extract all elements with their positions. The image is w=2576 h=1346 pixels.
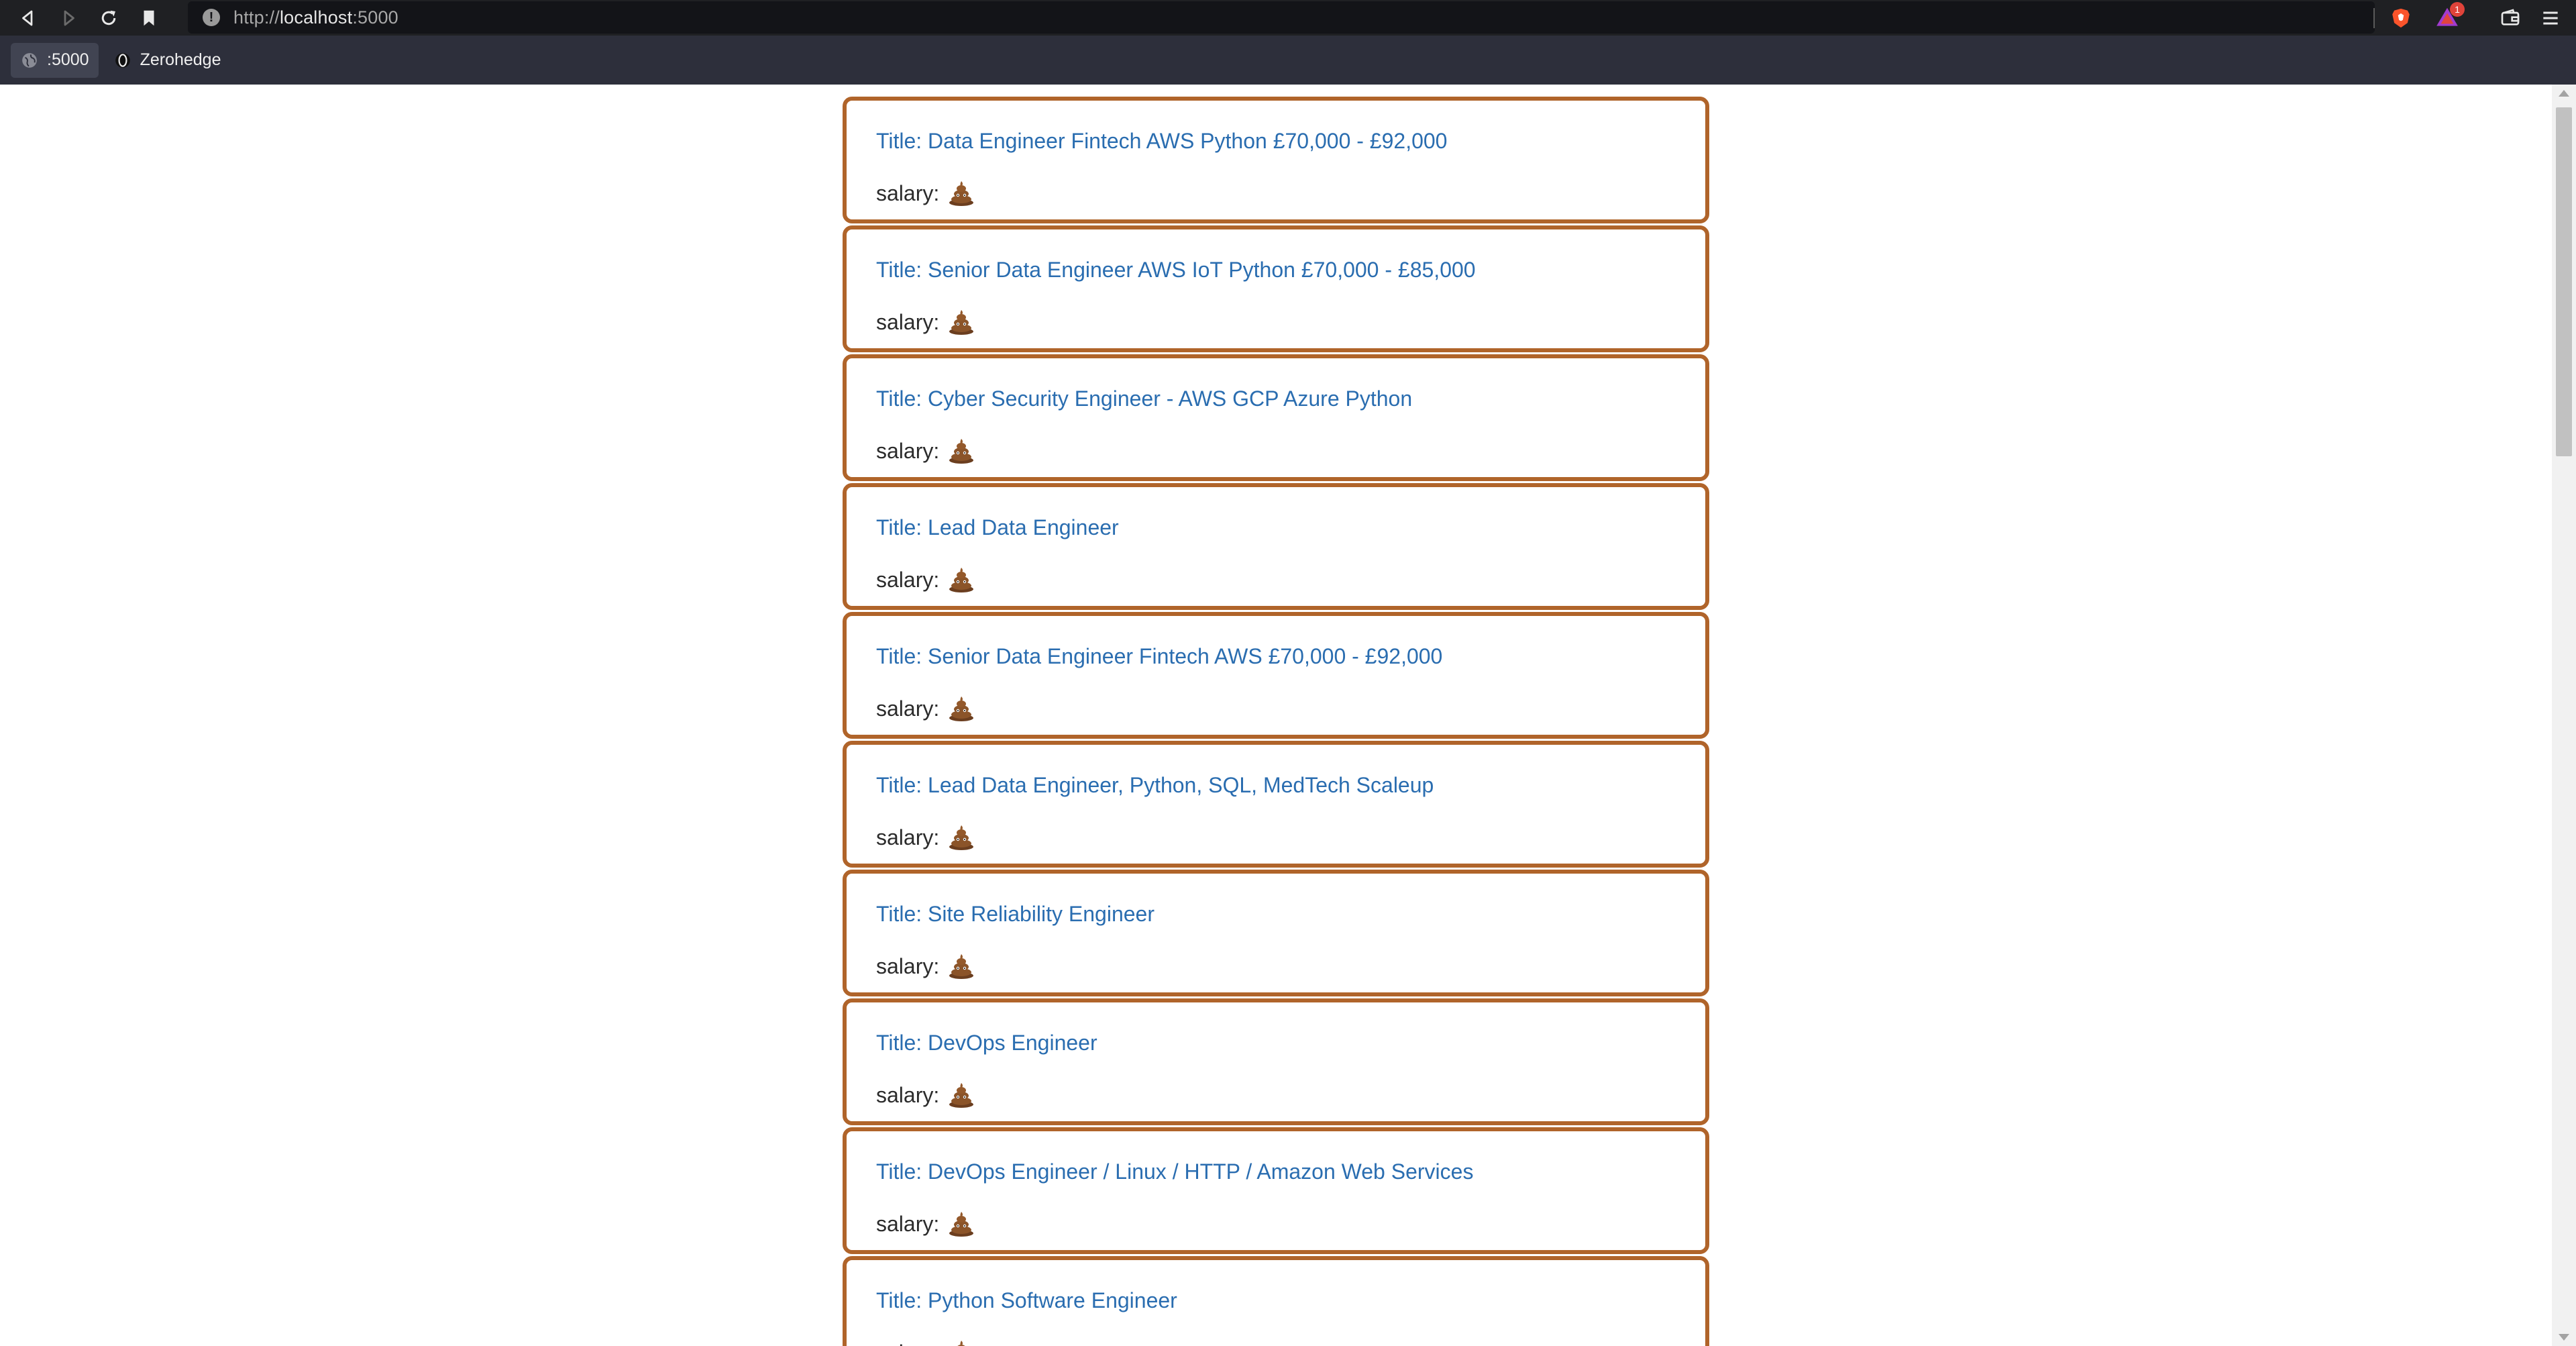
salary-label: salary: <box>876 567 940 592</box>
job-salary: salary: <box>876 1082 975 1108</box>
scroll-up-arrow-icon[interactable] <box>2559 90 2569 97</box>
job-title-link[interactable]: Title: Python Software Engineer <box>876 1288 1177 1313</box>
url-text[interactable]: http://localhost:5000 <box>233 7 398 28</box>
toolbar-divider <box>2373 7 2375 28</box>
vertical-scrollbar[interactable] <box>2552 85 2576 1346</box>
job-title-link[interactable]: Title: Data Engineer Fintech AWS Python … <box>876 129 1447 154</box>
salary-label: salary: <box>876 825 940 849</box>
poo-icon <box>947 824 975 851</box>
site-info-icon[interactable]: ! <box>203 9 220 26</box>
brave-rewards-icon[interactable]: 1 <box>2434 1 2465 32</box>
url-host: localhost <box>279 7 353 28</box>
job-card: Title: Cyber Security Engineer - AWS GCP… <box>843 354 1709 481</box>
poo-icon <box>947 1210 975 1237</box>
job-salary: salary: <box>876 695 975 722</box>
scrollbar-thumb[interactable] <box>2556 107 2572 456</box>
bookmark-icon <box>144 10 154 25</box>
scroll-down-arrow-icon[interactable] <box>2559 1334 2569 1341</box>
job-card: Title: DevOps Engineer / Linux / HTTP / … <box>843 1127 1709 1254</box>
globe-icon <box>20 51 39 70</box>
job-title-link[interactable]: Title: Lead Data Engineer <box>876 515 1119 540</box>
forward-arrow-icon <box>64 10 74 25</box>
salary-label: salary: <box>876 438 940 463</box>
job-card: Title: Site Reliability Engineer salary: <box>843 870 1709 996</box>
hamburger-menu-icon[interactable] <box>2530 0 2571 36</box>
back-arrow-icon <box>22 10 33 25</box>
rewards-badge: 1 <box>2450 1 2465 17</box>
brave-shields-icon[interactable] <box>2388 5 2414 31</box>
bookmark-label: :5000 <box>47 50 89 69</box>
bookmark-zerohedge[interactable]: Zerohedge <box>104 43 231 78</box>
poo-icon <box>947 180 975 207</box>
poo-icon <box>947 953 975 980</box>
poo-icon <box>947 437 975 464</box>
salary-label: salary: <box>876 696 940 721</box>
job-title-link[interactable]: Title: DevOps Engineer <box>876 1031 1097 1055</box>
job-title-link[interactable]: Title: DevOps Engineer / Linux / HTTP / … <box>876 1159 1473 1184</box>
job-card: Title: Data Engineer Fintech AWS Python … <box>843 97 1709 223</box>
job-title-link[interactable]: Title: Cyber Security Engineer - AWS GCP… <box>876 386 1412 411</box>
job-title-link[interactable]: Title: Lead Data Engineer, Python, SQL, … <box>876 773 1434 798</box>
poo-icon <box>947 695 975 722</box>
salary-label: salary: <box>876 1082 940 1107</box>
job-list: Title: Data Engineer Fintech AWS Python … <box>843 97 1709 1346</box>
url-scheme: http:// <box>233 7 280 28</box>
job-title-link[interactable]: Title: Senior Data Engineer Fintech AWS … <box>876 644 1442 669</box>
salary-label: salary: <box>876 1341 939 1346</box>
job-salary: salary: <box>876 437 975 464</box>
job-salary: salary: <box>876 566 975 593</box>
bookmarks-bar: :5000 Zerohedge <box>0 36 2576 85</box>
salary-label: salary: <box>876 180 940 205</box>
job-salary: salary: <box>876 824 975 851</box>
job-salary: salary: <box>876 953 975 980</box>
forward-button[interactable] <box>48 0 89 36</box>
poo-icon <box>947 1339 975 1346</box>
job-salary: salary: <box>876 1339 975 1346</box>
salary-label: salary: <box>876 1211 940 1236</box>
job-card: Title: Lead Data Engineer salary: <box>843 483 1709 610</box>
bookmark-label: Zerohedge <box>140 50 221 69</box>
poo-icon <box>947 309 975 335</box>
reload-icon <box>101 10 116 25</box>
job-card: Title: Senior Data Engineer AWS IoT Pyth… <box>843 225 1709 352</box>
job-salary: salary: <box>876 309 975 335</box>
job-card: Title: Lead Data Engineer, Python, SQL, … <box>843 741 1709 868</box>
wallet-icon[interactable] <box>2490 0 2530 36</box>
address-bar[interactable]: ! http://localhost:5000 <box>188 1 2375 34</box>
salary-label: salary: <box>876 953 940 978</box>
page-viewport: Title: Data Engineer Fintech AWS Python … <box>0 85 2576 1346</box>
poo-icon <box>947 1082 975 1108</box>
bookmark-button[interactable] <box>129 0 169 36</box>
toolbar-right-icons: 1 <box>2373 0 2576 36</box>
back-button[interactable] <box>8 0 48 36</box>
job-card: Title: Senior Data Engineer Fintech AWS … <box>843 612 1709 739</box>
job-salary: salary: <box>876 180 975 207</box>
job-salary: salary: <box>876 1210 975 1237</box>
poo-icon <box>947 566 975 593</box>
job-title-link[interactable]: Title: Site Reliability Engineer <box>876 902 1155 927</box>
bookmark-localhost[interactable]: :5000 <box>11 42 99 78</box>
zerohedge-logo-icon <box>113 51 132 70</box>
reload-button[interactable] <box>89 0 129 36</box>
job-title-link[interactable]: Title: Senior Data Engineer AWS IoT Pyth… <box>876 258 1476 282</box>
job-card: Title: Python Software Engineer salary: <box>843 1256 1709 1346</box>
url-port: :5000 <box>352 7 398 28</box>
job-card: Title: DevOps Engineer salary: <box>843 998 1709 1125</box>
salary-label: salary: <box>876 309 940 334</box>
browser-toolbar: ! http://localhost:5000 1 <box>0 0 2576 36</box>
